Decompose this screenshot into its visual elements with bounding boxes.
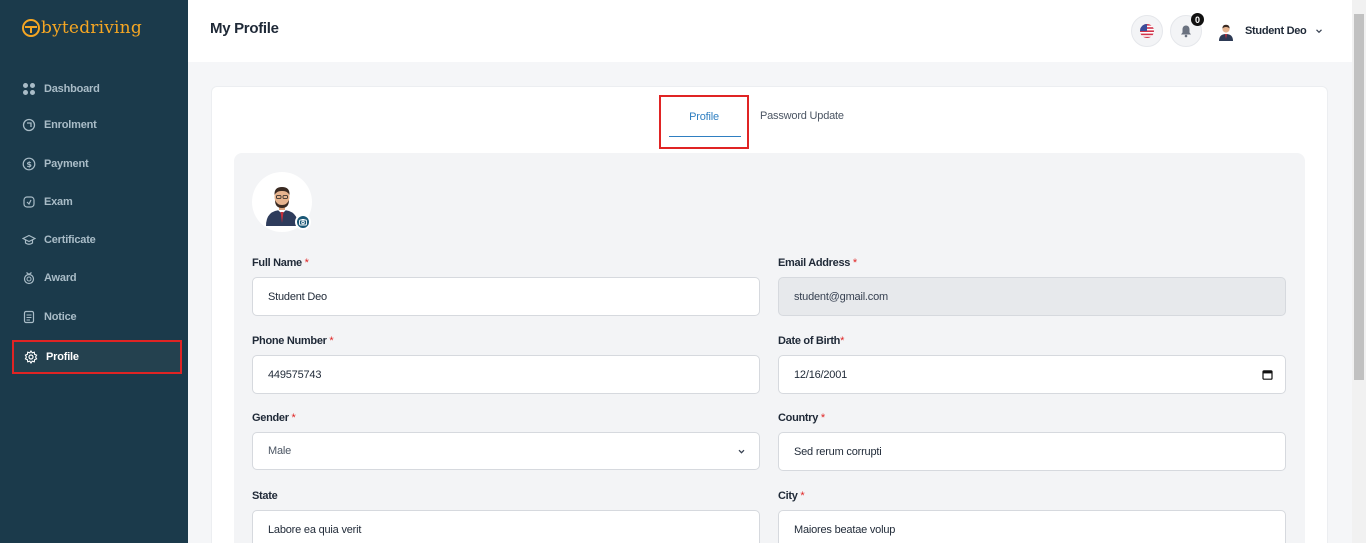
dob-label: Date of Birth*: [778, 335, 845, 347]
grid-icon: [22, 82, 36, 96]
notification-count-badge: 0: [1191, 13, 1204, 26]
dob-input[interactable]: 12/16/2001: [778, 355, 1286, 394]
sidebar-item-dashboard[interactable]: Dashboard: [12, 72, 182, 106]
language-switcher[interactable]: [1131, 15, 1163, 47]
profile-form: [234, 153, 1305, 543]
country-label: Country *: [778, 412, 825, 424]
top-bar: My Profile 0 Student Deo: [188, 0, 1352, 62]
sidebar-item-label: Dashboard: [44, 83, 100, 95]
tab-profile-label: Profile: [689, 111, 719, 123]
page-title: My Profile: [210, 20, 279, 37]
country-input[interactable]: Sed rerum corrupti: [778, 432, 1286, 471]
state-input[interactable]: Labore ea quia verit: [252, 510, 760, 543]
email-label: Email Address *: [778, 257, 857, 269]
brand-logo[interactable]: bytedriving: [22, 16, 142, 40]
sidebar-item-label: Profile: [46, 351, 79, 363]
sidebar-item-label: Notice: [44, 311, 77, 323]
sidebar-item-notice[interactable]: Notice: [12, 300, 182, 334]
email-field: student@gmail.com: [778, 277, 1286, 316]
full-name-label: Full Name *: [252, 257, 309, 269]
gender-value: Male: [268, 445, 292, 457]
enrolment-icon: [22, 118, 36, 132]
city-input[interactable]: Maiores beatae volup: [778, 510, 1286, 543]
sidebar-item-label: Enrolment: [44, 119, 97, 131]
required-marker: *: [291, 412, 296, 424]
exam-icon: [22, 195, 36, 209]
required-marker: *: [852, 257, 857, 269]
award-icon: [22, 271, 36, 285]
required-marker: *: [820, 412, 825, 424]
camera-icon: [299, 219, 307, 226]
state-label: State: [252, 490, 278, 502]
brand-name-part2: driving: [79, 18, 142, 38]
city-label: City *: [778, 490, 805, 502]
tab-profile[interactable]: Profile: [659, 95, 749, 149]
phone-label: Phone Number *: [252, 335, 334, 347]
gender-label: Gender *: [252, 412, 296, 424]
required-marker: *: [304, 257, 309, 269]
gender-select[interactable]: Male: [252, 432, 760, 470]
change-photo-button[interactable]: [295, 214, 311, 230]
chevron-down-icon: [1316, 29, 1323, 34]
sidebar-item-exam[interactable]: Exam: [12, 185, 182, 219]
sidebar-item-award[interactable]: Award: [12, 261, 182, 295]
sidebar-item-label: Award: [44, 272, 77, 284]
active-tab-indicator: [669, 136, 741, 137]
notice-icon: [22, 310, 36, 324]
sidebar-item-profile[interactable]: Profile: [12, 340, 182, 374]
sidebar-item-label: Payment: [44, 158, 89, 170]
sidebar: bytedriving Dashboard Enrolment $ Paymen…: [0, 0, 188, 543]
scrollbar-thumb[interactable]: [1354, 14, 1364, 380]
svg-text:$: $: [26, 160, 32, 169]
user-avatar: [1216, 21, 1236, 41]
tab-password-update[interactable]: Password Update: [760, 110, 844, 122]
us-flag-icon: [1140, 24, 1154, 38]
required-marker: *: [329, 335, 334, 347]
graduation-cap-icon: [22, 233, 36, 247]
sidebar-item-label: Exam: [44, 196, 73, 208]
required-marker: *: [800, 490, 805, 502]
sidebar-item-label: Certificate: [44, 234, 96, 246]
dob-value: 12/16/2001: [794, 368, 848, 381]
steering-wheel-icon: [22, 19, 40, 37]
required-marker: *: [840, 335, 845, 347]
calendar-icon[interactable]: [1262, 369, 1273, 380]
sidebar-item-enrolment[interactable]: Enrolment: [12, 108, 182, 142]
dollar-icon: $: [22, 157, 36, 171]
chevron-down-icon: [738, 449, 745, 454]
full-name-input[interactable]: Student Deo: [252, 277, 760, 316]
gear-icon: [24, 350, 38, 364]
phone-input[interactable]: 449575743: [252, 355, 760, 394]
bell-icon: [1181, 25, 1191, 38]
sidebar-item-certificate[interactable]: Certificate: [12, 223, 182, 257]
sidebar-item-payment[interactable]: $ Payment: [12, 147, 182, 181]
user-name: Student Deo: [1245, 25, 1307, 37]
brand-name-part1: byte: [41, 18, 80, 38]
user-menu[interactable]: Student Deo: [1216, 20, 1324, 42]
